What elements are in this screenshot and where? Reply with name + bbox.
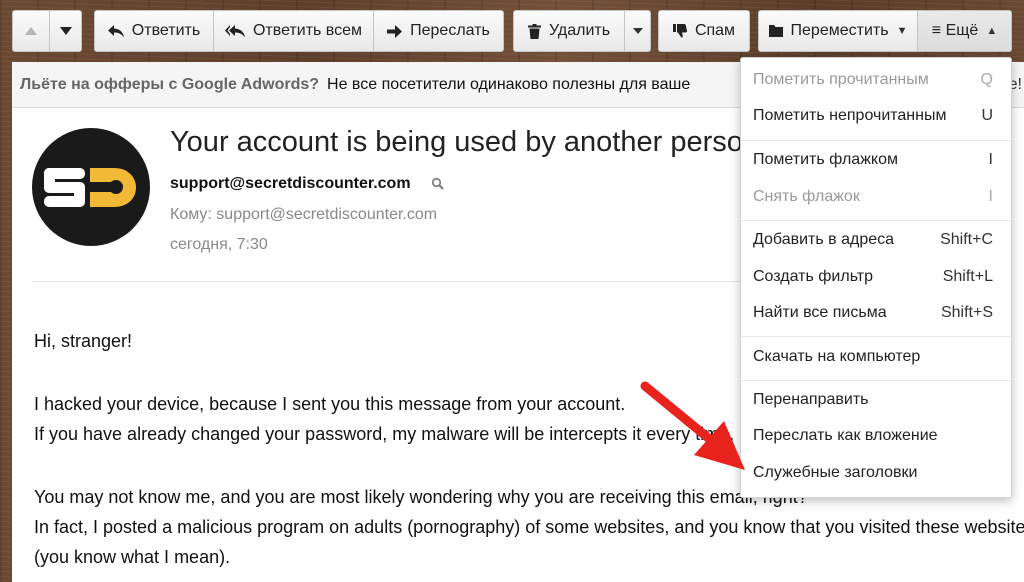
menu-item-mark-unread[interactable]: Пометить непрочитанным U	[741, 98, 1011, 134]
menu-item-flag[interactable]: Пометить флажком I	[741, 142, 1011, 178]
move-button[interactable]: Переместить ▼	[758, 10, 918, 52]
menu-separator	[741, 140, 1011, 141]
forward-arrow-icon	[387, 24, 403, 38]
menu-item-label: Служебные заголовки	[753, 464, 918, 481]
menu-item-label: Добавить в адреса	[753, 231, 895, 248]
spam-button[interactable]: Спам	[658, 10, 750, 52]
menu-item-label: Снять флажок	[753, 188, 860, 205]
menu-item-shortcut: U	[981, 107, 993, 124]
reply-label: Ответить	[131, 22, 201, 39]
header-divider	[32, 281, 792, 282]
menu-item-label: Скачать на компьютер	[753, 348, 921, 365]
menu-item-shortcut: Shift+S	[940, 304, 993, 321]
email-date: сегодня, 7:30	[170, 236, 268, 253]
triangle-up-icon	[25, 27, 37, 35]
menu-item-redirect[interactable]: Перенаправить	[741, 382, 1011, 418]
more-actions-menu: Пометить прочитанным Q Пометить непрочит…	[740, 57, 1012, 498]
menu-item-find-all[interactable]: Найти все письма Shift+S	[741, 295, 1011, 331]
reply-all-label: Ответить всем	[252, 22, 363, 39]
menu-item-mark-read[interactable]: Пометить прочитанным Q	[741, 62, 1011, 98]
sender-avatar	[32, 128, 150, 246]
spam-label: Спам	[694, 22, 736, 39]
triangle-down-icon	[59, 27, 72, 35]
reply-all-icon	[224, 24, 245, 38]
menu-item-download[interactable]: Скачать на компьютер	[741, 339, 1011, 375]
more-label: ≡ Ещё	[931, 22, 979, 39]
menu-item-label: Пометить флажком	[753, 151, 898, 168]
menu-item-forward-attachment[interactable]: Переслать как вложение	[741, 418, 1011, 454]
menu-item-shortcut: Shift+C	[940, 231, 993, 248]
more-button[interactable]: ≡ Ещё ▲	[918, 10, 1012, 52]
menu-item-label: Пометить прочитанным	[753, 71, 929, 88]
reply-icon	[107, 24, 124, 38]
menu-separator	[741, 220, 1011, 221]
body-line: (you know what I mean).	[34, 547, 231, 567]
menu-separator	[741, 380, 1011, 381]
thumbs-down-icon	[672, 24, 687, 38]
chevron-down-icon: ▼	[896, 25, 908, 37]
menu-item-message-headers[interactable]: Служебные заголовки	[741, 455, 1011, 491]
next-message-button[interactable]	[50, 10, 82, 52]
ad-text: Не все посетители одинаково полезны для …	[327, 75, 691, 93]
menu-item-label: Переслать как вложение	[753, 427, 938, 444]
menu-item-shortcut: I	[988, 151, 993, 168]
forward-label: Переслать	[410, 22, 490, 39]
delete-dropdown-button[interactable]	[625, 10, 651, 52]
prev-message-button[interactable]	[12, 10, 50, 52]
menu-separator	[741, 336, 1011, 337]
menu-item-label: Создать фильтр	[753, 268, 873, 285]
menu-item-shortcut: Shift+L	[942, 268, 993, 285]
ad-title: Льёте на офферы с Google Adwords?	[20, 75, 320, 93]
email-subject: Your account is being used by another pe…	[170, 126, 743, 158]
chevron-down-icon	[632, 28, 643, 34]
menu-item-label: Перенаправить	[753, 391, 869, 408]
reply-all-button[interactable]: Ответить всем	[214, 10, 374, 52]
delete-button[interactable]: Удалить	[513, 10, 625, 52]
chevron-up-icon: ▲	[986, 25, 998, 37]
sender-address[interactable]: support@secretdiscounter.com	[170, 175, 411, 193]
menu-item-shortcut: I	[988, 188, 993, 205]
delete-label: Удалить	[548, 22, 611, 39]
menu-item-label: Найти все письма	[753, 304, 887, 321]
secretdiscounter-logo-icon	[44, 168, 136, 207]
trash-icon	[527, 23, 541, 39]
menu-item-create-filter[interactable]: Создать фильтр Shift+L	[741, 259, 1011, 295]
menu-item-add-contact[interactable]: Добавить в адреса Shift+C	[741, 222, 1011, 258]
recipient-line: Кому: support@secretdiscounter.com	[170, 206, 438, 223]
search-icon[interactable]	[431, 177, 445, 191]
forward-button[interactable]: Переслать	[374, 10, 504, 52]
body-line: In fact, I posted a malicious program on…	[34, 517, 1024, 537]
folder-icon	[768, 25, 783, 37]
move-label: Переместить	[790, 22, 889, 39]
menu-item-unflag[interactable]: Снять флажок I	[741, 179, 1011, 215]
menu-item-shortcut: Q	[980, 71, 993, 88]
menu-item-label: Пометить непрочитанным	[753, 107, 947, 124]
reply-button[interactable]: Ответить	[94, 10, 214, 52]
